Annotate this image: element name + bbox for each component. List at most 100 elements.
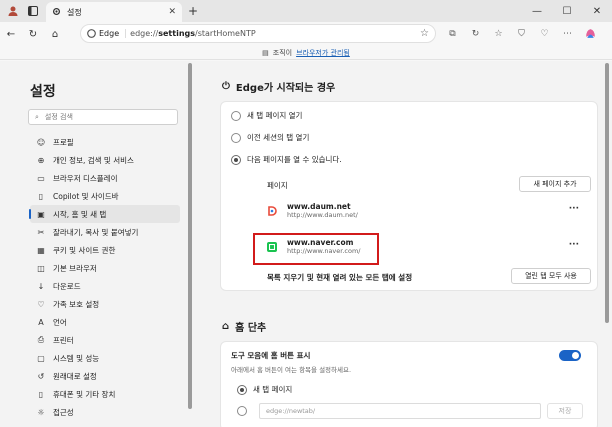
page-url: http://www.daum.net/ bbox=[287, 211, 358, 219]
language-icon: A bbox=[38, 317, 44, 327]
home-icon[interactable]: ⌂ bbox=[44, 23, 66, 45]
clipboard-icon: ✂ bbox=[37, 227, 45, 237]
save-button[interactable]: 저장 bbox=[547, 403, 583, 419]
sidebar-item[interactable]: ▯ 휴대폰 및 기타 장치 bbox=[30, 385, 180, 403]
sidebar-item[interactable]: ▣ 시작, 홈 및 새 탭 bbox=[29, 205, 180, 223]
home-tab-icon: ▣ bbox=[37, 209, 45, 219]
sidebar-item-label: Copilot 및 사이드바 bbox=[53, 191, 119, 201]
split-screen-icon[interactable]: ⧉ bbox=[444, 25, 461, 42]
favorites-icon[interactable]: ☆ bbox=[490, 25, 507, 42]
managed-banner: ▤ 조직이 브라우저가 관리됨 bbox=[0, 46, 612, 60]
banner-managed-link[interactable]: 브라우저가 관리됨 bbox=[296, 48, 350, 58]
phone-icon: ▯ bbox=[38, 389, 44, 399]
sidebar-item[interactable]: ↓ 다운로드 bbox=[30, 277, 180, 295]
copilot-icon[interactable] bbox=[582, 25, 599, 42]
system-icon: ▢ bbox=[37, 353, 45, 363]
home-icon: ⌂ bbox=[222, 321, 230, 332]
home-section-title: ⌂ 홈 단추 bbox=[222, 321, 267, 334]
display-icon: ▭ bbox=[37, 173, 45, 183]
startup-option-specific-pages[interactable]: 다음 페이지를 열 수 있습니다. bbox=[231, 154, 342, 165]
sidebar-item-label: 개인 정보, 검색 및 서비스 bbox=[53, 155, 134, 165]
sidebar-item[interactable]: ▭ 브라우저 디스플레이 bbox=[30, 169, 180, 187]
add-page-button[interactable]: 새 페이지 추가 bbox=[519, 176, 591, 192]
browser-icon: ◫ bbox=[37, 263, 45, 273]
tab-settings[interactable]: 설정 ✕ bbox=[46, 2, 182, 22]
profile-avatar-icon[interactable] bbox=[6, 4, 20, 18]
radio-button-selected[interactable] bbox=[231, 154, 241, 165]
home-url-input[interactable]: edge://newtab/ bbox=[259, 403, 541, 419]
highlight-box bbox=[253, 233, 379, 265]
sidebar-item[interactable]: ◫ 기본 브라우저 bbox=[30, 259, 180, 277]
startup-option-previous-session[interactable]: 이전 세션의 탭 열기 bbox=[231, 132, 309, 143]
sidebar-item[interactable]: ▢ 시스템 및 성능 bbox=[30, 349, 180, 367]
page-more-icon[interactable]: ··· bbox=[569, 204, 579, 214]
main-content: ⏻ Edge가 시작되는 경우 새 탭 페이지 열기 이전 세션의 탭 열기 다… bbox=[208, 61, 600, 427]
settings-sidebar: 설정 ⌕ 설정 검색 ☺ 프로필 ⊕ 개인 정보, 검색 및 서비스 ▭ 브라우저 디스플… bbox=[0, 61, 190, 427]
workspaces-icon[interactable] bbox=[26, 4, 40, 18]
radio-button[interactable] bbox=[231, 132, 241, 143]
sidebar-item[interactable]: ▯ Copilot 및 사이드바 bbox=[30, 187, 180, 205]
home-option-custom-url[interactable] bbox=[237, 406, 247, 416]
sidebar-item[interactable]: ☼ 접근성 bbox=[30, 403, 180, 421]
sidebar-item-label: 프로필 bbox=[53, 137, 74, 147]
sidebar-list: ☺ 프로필 ⊕ 개인 정보, 검색 및 서비스 ▭ 브라우저 디스플레이 ▯ Copilot … bbox=[29, 133, 180, 421]
url-text: edge://settings/startHomeNTP bbox=[130, 29, 256, 38]
sidebar-item[interactable]: ✂ 잘라내기, 복사 및 붙여넣기 bbox=[30, 223, 180, 241]
favorite-star-icon[interactable]: ☆ bbox=[420, 28, 429, 39]
home-button-toggle-desc: 아래에서 홈 버튼이 여는 항목을 설정하세요. bbox=[231, 366, 352, 374]
sidebar-item-label: 원래대로 설정 bbox=[53, 371, 97, 381]
settings-search-input[interactable]: ⌕ 설정 검색 bbox=[28, 109, 178, 125]
sidebar-item[interactable]: ↺ 원래대로 설정 bbox=[30, 367, 180, 385]
settings-page: 설정 ⌕ 설정 검색 ☺ 프로필 ⊕ 개인 정보, 검색 및 서비스 ▭ 브라우저 디스플… bbox=[0, 61, 612, 427]
back-icon[interactable]: ← bbox=[0, 23, 22, 45]
edge-logo-icon bbox=[87, 29, 96, 38]
accessibility-icon: ☼ bbox=[37, 407, 45, 417]
maximize-icon[interactable]: ☐ bbox=[552, 0, 582, 22]
sidebar-item[interactable]: A 언어 bbox=[30, 313, 180, 331]
gear-icon bbox=[52, 7, 61, 18]
browser-essentials-icon[interactable]: ♡ bbox=[536, 25, 553, 42]
window-close-icon[interactable]: ✕ bbox=[582, 0, 612, 22]
sidebar-item[interactable]: ⎙ 프린터 bbox=[30, 331, 180, 349]
power-icon: ⏻ bbox=[222, 81, 230, 92]
radio-button-selected[interactable] bbox=[237, 384, 247, 395]
home-button-toggle[interactable] bbox=[559, 350, 581, 361]
home-button-toggle-label: 도구 모음에 홈 버튼 표시 bbox=[231, 351, 311, 360]
new-tab-icon[interactable]: + bbox=[188, 4, 198, 18]
page-more-icon[interactable]: ··· bbox=[569, 240, 579, 250]
sidebar-item-label: 시스템 및 성능 bbox=[53, 353, 100, 363]
page-name: www.daum.net bbox=[287, 202, 351, 211]
sidebar-item-label: 시작, 홈 및 새 탭 bbox=[53, 209, 107, 219]
edge-badge-label: Edge bbox=[99, 29, 120, 38]
lock-icon: ⊕ bbox=[37, 155, 45, 165]
more-menu-icon[interactable]: ⋯ bbox=[559, 25, 576, 42]
collections-icon[interactable]: ⛉ bbox=[513, 25, 530, 42]
daum-logo-icon bbox=[267, 205, 277, 216]
address-bar[interactable]: Edge edge://settings/startHomeNTP ☆ bbox=[80, 24, 436, 43]
title-bar: 설정 ✕ + — ☐ ✕ bbox=[0, 0, 612, 22]
sidebar-item[interactable]: ☺ 프로필 bbox=[30, 133, 180, 151]
page-row-daum: www.daum.net http://www.daum.net/ bbox=[267, 202, 358, 219]
main-scrollbar[interactable] bbox=[605, 63, 609, 323]
profile-icon: ☺ bbox=[36, 137, 46, 147]
refresh-page-icon[interactable]: ↻ bbox=[467, 25, 484, 42]
sidebar-item[interactable]: ♡ 가족 보호 설정 bbox=[30, 295, 180, 313]
sidebar-item[interactable]: ▦ 쿠키 및 사이트 권한 bbox=[30, 241, 180, 259]
use-all-open-tabs-button[interactable]: 열린 탭 모두 사용 bbox=[511, 268, 591, 284]
sidebar-icon: ▯ bbox=[38, 191, 44, 201]
sidebar-scrollbar[interactable] bbox=[188, 63, 192, 409]
startup-section-title: ⏻ Edge가 시작되는 경우 bbox=[222, 81, 336, 94]
home-option-new-tab[interactable]: 새 탭 페이지 bbox=[237, 384, 292, 395]
family-icon: ♡ bbox=[37, 299, 45, 309]
search-icon: ⌕ bbox=[35, 112, 39, 121]
tab-close-icon[interactable]: ✕ bbox=[168, 7, 176, 17]
download-icon: ↓ bbox=[37, 281, 45, 291]
refresh-icon[interactable]: ↻ bbox=[22, 23, 44, 45]
sidebar-item-label: 잘라내기, 복사 및 붙여넣기 bbox=[53, 227, 139, 237]
edge-badge: Edge bbox=[87, 29, 127, 38]
radio-button[interactable] bbox=[231, 110, 241, 121]
sidebar-item[interactable]: ⊕ 개인 정보, 검색 및 서비스 bbox=[30, 151, 180, 169]
startup-option-new-tab[interactable]: 새 탭 페이지 열기 bbox=[231, 110, 302, 121]
radio-button[interactable] bbox=[237, 406, 247, 416]
minimize-icon[interactable]: — bbox=[522, 0, 552, 22]
